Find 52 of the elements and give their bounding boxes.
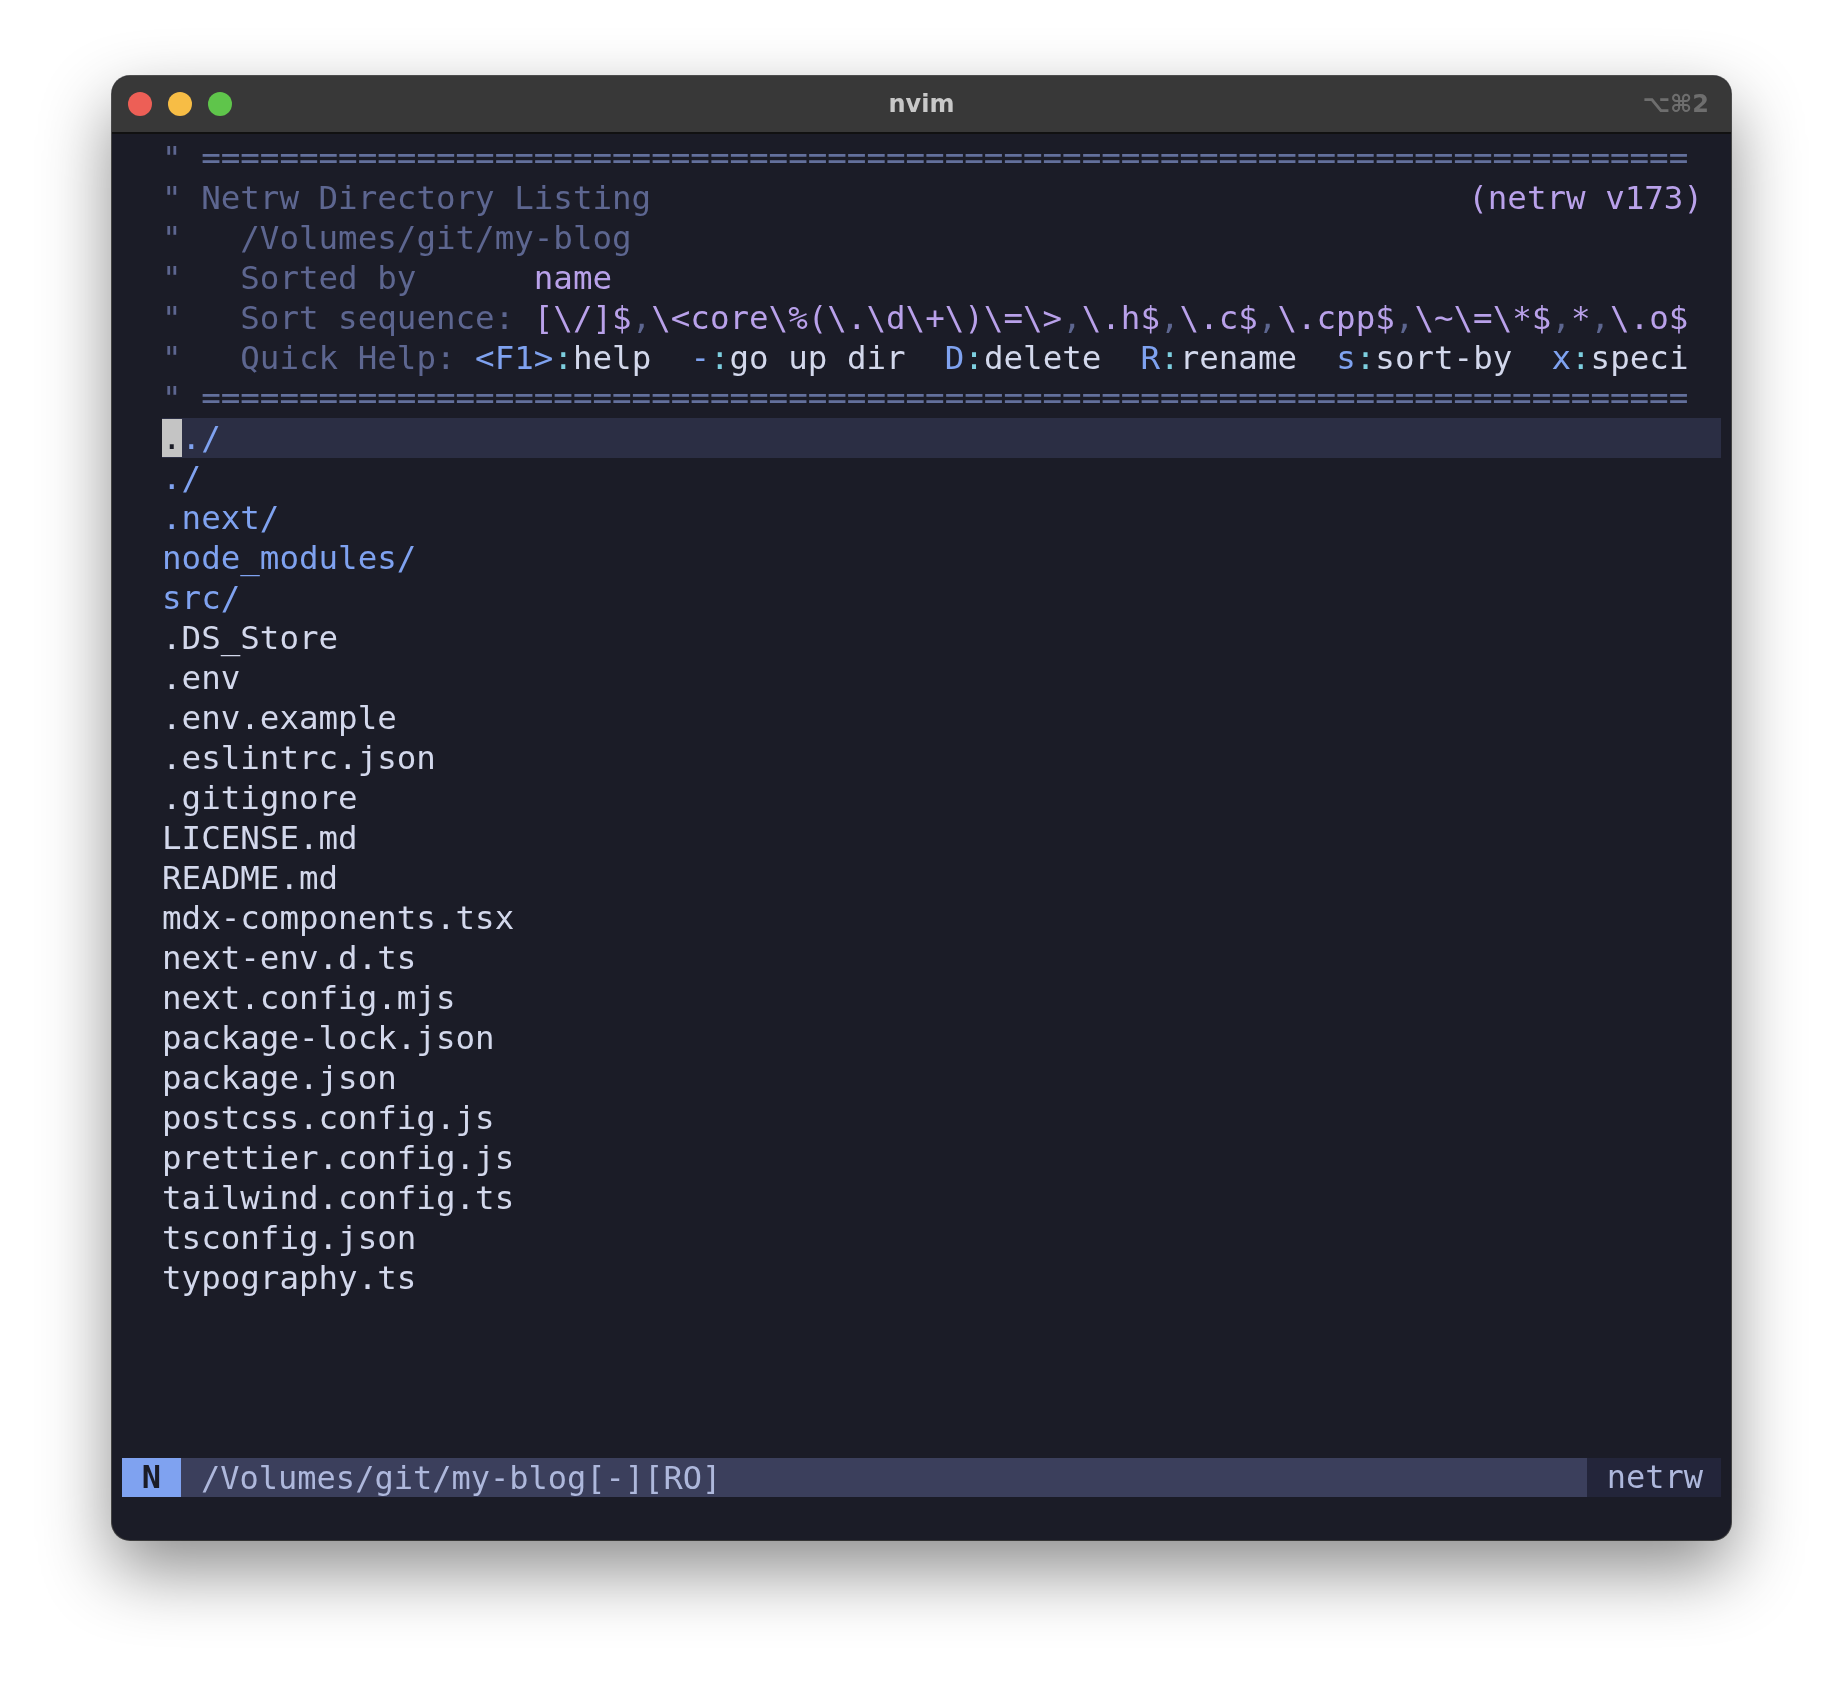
netrw-version: (netrw v173) — [1468, 178, 1703, 218]
help-shortcut: R:rename — [1140, 339, 1298, 377]
comment-mark: " — [162, 339, 182, 377]
file-entry[interactable]: typography.ts — [162, 1259, 417, 1297]
file-entry[interactable]: next.config.mjs — [162, 979, 456, 1017]
directory-entry[interactable]: src/ — [162, 579, 241, 617]
directory-entry[interactable]: ./ — [162, 459, 202, 497]
file-entry[interactable]: .DS_Store — [162, 619, 339, 657]
directory-entry[interactable]: node_modules/ — [162, 539, 417, 577]
file-path: /Volumes/git/my-blog[-][RO] — [200, 1458, 723, 1497]
help-shortcut: x:speci — [1551, 339, 1689, 377]
sort-value: name — [533, 259, 613, 297]
file-entry[interactable]: mdx-components.tsx — [162, 899, 515, 937]
help-shortcut: s:sort-by — [1336, 339, 1513, 377]
listing-title: Netrw Directory Listing — [201, 179, 652, 217]
comment-mark: " — [162, 219, 182, 257]
window-title: nvim — [888, 90, 955, 118]
file-entry[interactable]: package.json — [162, 1059, 397, 1097]
file-entry[interactable]: .env — [162, 659, 241, 697]
file-entry[interactable]: .eslintrc.json — [162, 739, 436, 777]
quick-help-label: Quick Help: — [240, 339, 456, 377]
directory-entry[interactable]: ../ — [162, 419, 221, 457]
comment-rule: ============================================================================ — [201, 139, 1689, 177]
close-button[interactable] — [128, 92, 152, 116]
file-entry[interactable]: .gitignore — [162, 779, 358, 817]
help-shortcut: <F1>:help — [475, 339, 652, 377]
minimize-button[interactable] — [168, 92, 192, 116]
help-shortcut: -:go up dir — [690, 339, 906, 377]
comment-mark: " — [162, 299, 182, 337]
help-shortcut: D:delete — [944, 339, 1102, 377]
file-entry[interactable]: README.md — [162, 859, 339, 897]
file-entry[interactable]: next-env.d.ts — [162, 939, 417, 977]
file-entry[interactable]: prettier.config.js — [162, 1139, 515, 1177]
directory-entry[interactable]: .next/ — [162, 499, 280, 537]
zoom-button[interactable] — [208, 92, 232, 116]
file-entry[interactable]: tsconfig.json — [162, 1219, 417, 1257]
file-entry[interactable]: tailwind.config.ts — [162, 1179, 515, 1217]
comment-mark: " — [162, 179, 182, 217]
file-entry[interactable]: .env.example — [162, 699, 397, 737]
sort-sequence: [\/]$,\<core\%(\.\d\+\)\=\>,\.h$,\.c$,\.cpp$,\~\=\*$,*,\.o$ — [533, 299, 1689, 337]
file-entry[interactable]: LICENSE.md — [162, 819, 358, 857]
sort-sequence-label: Sort sequence: — [240, 299, 515, 337]
file-type: netrw — [1586, 1458, 1721, 1497]
file-entry[interactable]: package-lock.json — [162, 1019, 495, 1057]
file-entry[interactable]: postcss.config.js — [162, 1099, 495, 1137]
comment-rule: ============================================================================ — [201, 379, 1689, 417]
comment-mark: " — [162, 139, 182, 177]
comment-mark: " — [162, 379, 182, 417]
mode-indicator: N — [122, 1458, 181, 1497]
directory-path: /Volumes/git/my-blog — [240, 219, 632, 257]
sorted-by-label: Sorted by — [240, 259, 417, 297]
comment-mark: " — [162, 259, 182, 297]
